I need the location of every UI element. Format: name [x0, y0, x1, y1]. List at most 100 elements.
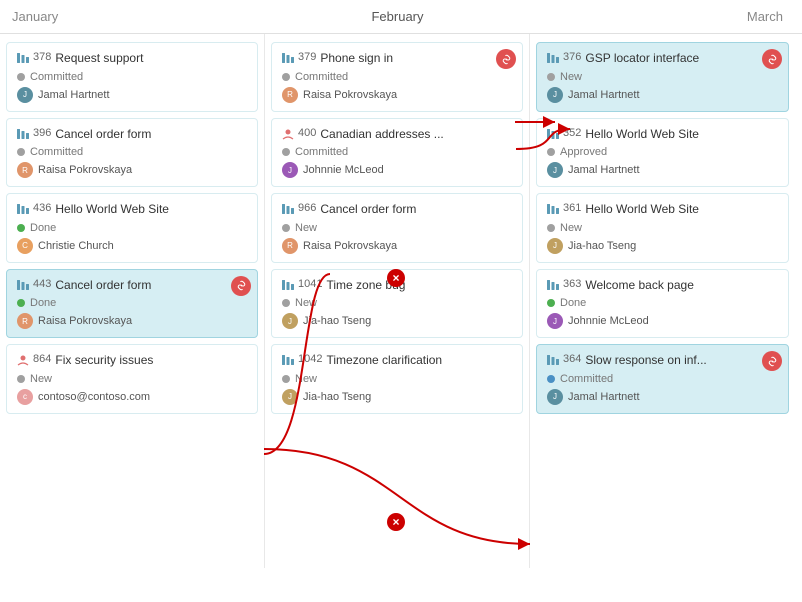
card-396[interactable]: 396 Cancel order form Committed R Raisa … [6, 118, 258, 188]
card-status-361: New [547, 222, 778, 234]
card-name-443: Cancel order form [55, 278, 247, 294]
card-400[interactable]: 400 Canadian addresses ... Committed J J… [271, 118, 523, 188]
column-header-march: March [530, 1, 795, 32]
status-text-966: New [295, 222, 317, 234]
card-person-376: J Jamal Hartnett [547, 87, 778, 103]
column-march: 376 GSP locator interface New J Jamal Ha… [530, 34, 795, 568]
avatar-364: J [547, 389, 563, 405]
card-name-364: Slow response on inf... [585, 353, 778, 369]
card-436[interactable]: 436 Hello World Web Site Done C Christie… [6, 193, 258, 263]
card-person-1042: J Jia-hao Tseng [282, 389, 512, 405]
person-name-436: Christie Church [38, 240, 114, 252]
column-february: 379 Phone sign in Committed R Raisa Pokr… [265, 34, 530, 568]
column-header-february: February [265, 1, 530, 32]
status-text-376: New [560, 71, 582, 83]
status-text-352: Approved [560, 146, 607, 158]
card-person-363: J Johnnie McLeod [547, 313, 778, 329]
link-icon-376[interactable] [762, 49, 782, 69]
card-status-864: New [17, 373, 247, 385]
card-name-376: GSP locator interface [585, 51, 778, 67]
card-status-1042: New [282, 373, 512, 385]
card-1042[interactable]: 1042 Timezone clarification New J Jia-ha… [271, 344, 523, 414]
card-icon-443 [17, 279, 29, 291]
card-status-352: Approved [547, 146, 778, 158]
status-dot-361 [547, 224, 555, 232]
card-id-400: 400 [298, 127, 316, 139]
status-dot-864 [17, 375, 25, 383]
card-icon-378 [17, 52, 29, 64]
link-icon-364[interactable] [762, 351, 782, 371]
card-person-396: R Raisa Pokrovskaya [17, 162, 247, 178]
card-id-443: 443 [33, 278, 51, 290]
person-name-1042: Jia-hao Tseng [303, 391, 371, 403]
status-dot-378 [17, 73, 25, 81]
status-dot-436 [17, 224, 25, 232]
card-id-436: 436 [33, 202, 51, 214]
card-361[interactable]: 361 Hello World Web Site New J Jia-hao T… [536, 193, 789, 263]
card-id-352: 352 [563, 127, 581, 139]
card-status-376: New [547, 71, 778, 83]
card-status-443: Done [17, 297, 247, 309]
card-id-396: 396 [33, 127, 51, 139]
avatar-376: J [547, 87, 563, 103]
card-name-363: Welcome back page [585, 278, 778, 294]
card-status-1041: New [282, 297, 512, 309]
person-name-966: Raisa Pokrovskaya [303, 240, 397, 252]
card-name-352: Hello World Web Site [585, 127, 778, 143]
card-id-363: 363 [563, 278, 581, 290]
card-person-378: J Jamal Hartnett [17, 87, 247, 103]
avatar-443: R [17, 313, 33, 329]
person-name-864: contoso@contoso.com [38, 391, 150, 403]
status-dot-379 [282, 73, 290, 81]
card-name-1042: Timezone clarification [326, 353, 512, 369]
card-id-379: 379 [298, 51, 316, 63]
card-icon-376 [547, 52, 559, 64]
card-378[interactable]: 378 Request support Committed J Jamal Ha… [6, 42, 258, 112]
status-dot-352 [547, 148, 555, 156]
card-363[interactable]: 363 Welcome back page Done J Johnnie McL… [536, 269, 789, 339]
card-icon-352 [547, 128, 559, 140]
status-text-443: Done [30, 297, 56, 309]
avatar-396: R [17, 162, 33, 178]
status-dot-443 [17, 299, 25, 307]
card-name-379: Phone sign in [320, 51, 512, 67]
avatar-361: J [547, 238, 563, 254]
avatar-1041: J [282, 313, 298, 329]
card-icon-864 [17, 354, 29, 366]
card-name-400: Canadian addresses ... [320, 127, 512, 143]
link-icon-379[interactable] [496, 49, 516, 69]
card-376[interactable]: 376 GSP locator interface New J Jamal Ha… [536, 42, 789, 112]
card-status-966: New [282, 222, 512, 234]
person-name-364: Jamal Hartnett [568, 391, 640, 403]
card-icon-966 [282, 203, 294, 215]
card-364[interactable]: 364 Slow response on inf... Committed J … [536, 344, 789, 414]
card-379[interactable]: 379 Phone sign in Committed R Raisa Pokr… [271, 42, 523, 112]
status-dot-396 [17, 148, 25, 156]
card-id-364: 364 [563, 353, 581, 365]
card-864[interactable]: 864 Fix security issues New c contoso@co… [6, 344, 258, 414]
card-icon-363 [547, 279, 559, 291]
card-person-400: J Johnnie McLeod [282, 162, 512, 178]
status-text-400: Committed [295, 146, 348, 158]
person-name-400: Johnnie McLeod [303, 164, 384, 176]
card-966[interactable]: 966 Cancel order form New R Raisa Pokrov… [271, 193, 523, 263]
status-dot-363 [547, 299, 555, 307]
person-name-363: Johnnie McLeod [568, 315, 649, 327]
avatar-378: J [17, 87, 33, 103]
card-person-352: J Jamal Hartnett [547, 162, 778, 178]
card-443[interactable]: 443 Cancel order form Done R Raisa Pokro… [6, 269, 258, 339]
card-1041[interactable]: 1041 Time zone bug New J Jia-hao Tseng [271, 269, 523, 339]
card-person-864: c contoso@contoso.com [17, 389, 247, 405]
status-text-378: Committed [30, 71, 83, 83]
status-dot-376 [547, 73, 555, 81]
person-name-379: Raisa Pokrovskaya [303, 89, 397, 101]
column-january: 378 Request support Committed J Jamal Ha… [0, 34, 265, 568]
link-icon-443[interactable] [231, 276, 251, 296]
avatar-966: R [282, 238, 298, 254]
card-person-361: J Jia-hao Tseng [547, 238, 778, 254]
status-text-396: Committed [30, 146, 83, 158]
status-dot-966 [282, 224, 290, 232]
person-name-361: Jia-hao Tseng [568, 240, 636, 252]
card-352[interactable]: 352 Hello World Web Site Approved J Jama… [536, 118, 789, 188]
status-dot-1042 [282, 375, 290, 383]
